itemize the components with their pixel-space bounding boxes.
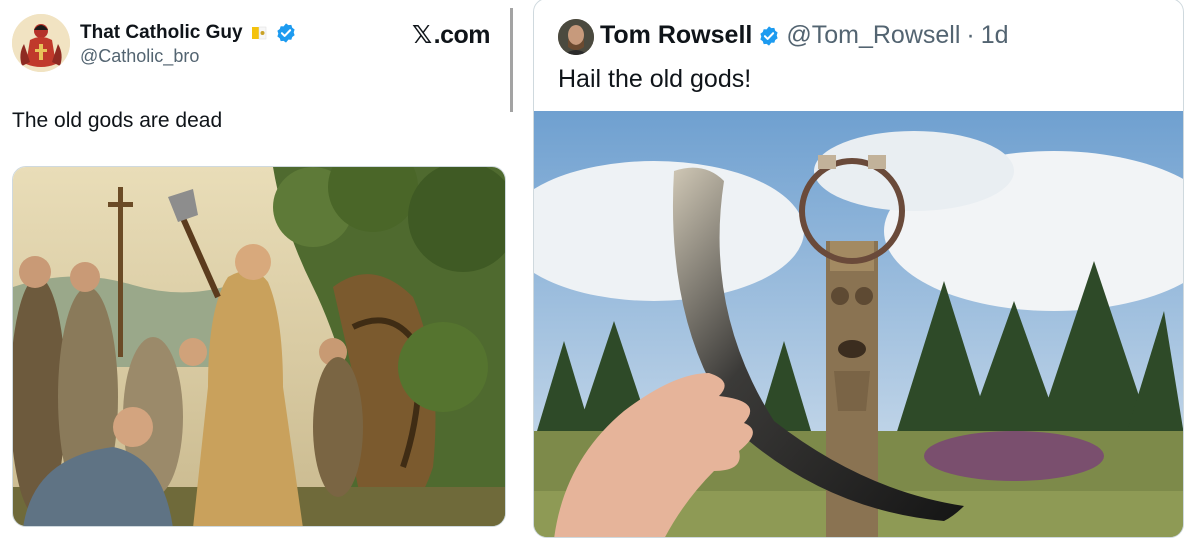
separator: · xyxy=(966,21,975,49)
display-name-text: That Catholic Guy xyxy=(80,22,243,43)
verified-badge-icon xyxy=(760,25,778,46)
x-logo-icon: 𝕏 xyxy=(412,21,432,49)
avatar[interactable] xyxy=(558,19,594,55)
tweet-header: Tom Rowsell @Tom_Rowsell · 1d xyxy=(600,21,1009,50)
x-com-label: .com xyxy=(433,20,491,49)
tweet-media-photo[interactable] xyxy=(534,111,1183,537)
tweet-media-painting[interactable] xyxy=(12,166,506,527)
display-name[interactable]: That Catholic Guy xyxy=(80,22,297,44)
x-com-watermark: 𝕏 .com xyxy=(412,20,491,50)
avatar[interactable] xyxy=(12,14,70,72)
tweet-text: The old gods are dead xyxy=(12,109,223,132)
right-tweet: Tom Rowsell @Tom_Rowsell · 1d Hail the o… xyxy=(533,0,1184,538)
handle[interactable]: @Tom_Rowsell xyxy=(786,21,960,50)
handle[interactable]: @Catholic_bro xyxy=(80,46,199,67)
horn-idol-photo xyxy=(534,111,1183,537)
profile-photo-icon xyxy=(558,19,594,55)
verified-badge-icon xyxy=(276,23,295,43)
divider xyxy=(510,8,513,112)
vatican-flag-icon xyxy=(251,26,266,40)
left-tweet: That Catholic Guy @Catholic_bro 𝕏 .com Th… xyxy=(0,0,512,548)
painting-image xyxy=(13,167,505,526)
turkey-avatar-icon xyxy=(12,14,70,72)
timestamp[interactable]: 1d xyxy=(981,21,1009,50)
display-name[interactable]: Tom Rowsell xyxy=(600,21,752,50)
tweet-text: Hail the old gods! xyxy=(558,65,752,93)
